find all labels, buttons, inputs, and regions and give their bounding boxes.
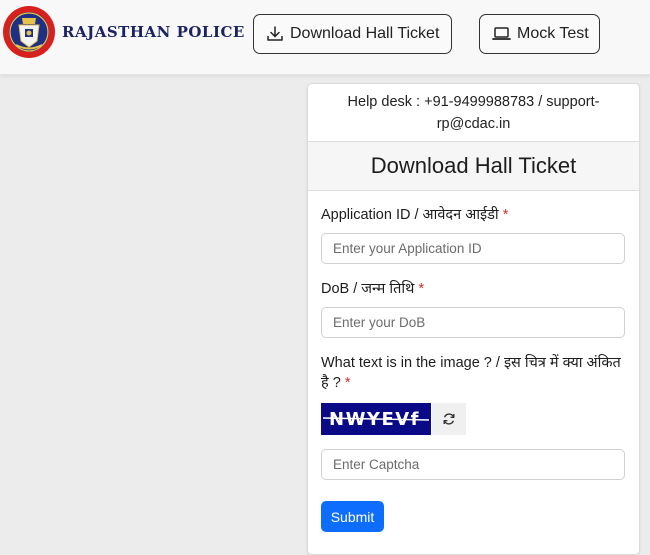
helpdesk-info: Help desk : +91-9499988783 / support-rp@… bbox=[347, 94, 600, 132]
refresh-icon bbox=[443, 413, 455, 425]
download-hall-ticket-nav-button[interactable]: Download Hall Ticket bbox=[253, 14, 452, 54]
mock-test-label: Mock Test bbox=[517, 25, 589, 42]
rajasthan-police-emblem-icon[interactable] bbox=[2, 5, 56, 59]
dob-label: DoB / जन्म तिथि * bbox=[321, 279, 424, 299]
download-hall-ticket-label: Download Hall Ticket bbox=[290, 25, 440, 42]
hall-ticket-card: Help desk : +91-9499988783 / support-rp@… bbox=[307, 83, 640, 555]
required-marker: * bbox=[344, 375, 351, 391]
dob-label-text: DoB / जन्म तिथि bbox=[321, 281, 415, 297]
download-icon bbox=[267, 26, 283, 41]
application-id-input[interactable] bbox=[321, 233, 625, 264]
submit-button[interactable]: Submit bbox=[321, 501, 384, 532]
application-id-label: Application ID / आवेदन आईडी * bbox=[321, 205, 508, 225]
dob-input[interactable] bbox=[321, 307, 625, 338]
laptop-icon bbox=[492, 27, 511, 40]
application-id-label-text: Application ID / आवेदन आईडी bbox=[321, 207, 499, 223]
card-header: Download Hall Ticket bbox=[308, 141, 639, 191]
brand-name: RAJASTHAN POLICE bbox=[62, 23, 245, 41]
captcha-label: What text is in the image ? / इस चित्र म… bbox=[321, 353, 631, 393]
card-title: Download Hall Ticket bbox=[370, 153, 577, 178]
required-marker: * bbox=[502, 207, 509, 223]
mock-test-nav-button[interactable]: Mock Test bbox=[479, 14, 600, 54]
captcha-image: NWYEVf bbox=[321, 403, 431, 435]
required-marker: * bbox=[418, 281, 425, 297]
captcha-label-text: What text is in the image ? / इस चित्र म… bbox=[321, 355, 621, 391]
top-navbar: RAJASTHAN POLICE Download Hall Ticket Mo… bbox=[0, 0, 650, 75]
captcha-refresh-button[interactable] bbox=[432, 403, 466, 435]
captcha-input[interactable] bbox=[321, 449, 625, 480]
